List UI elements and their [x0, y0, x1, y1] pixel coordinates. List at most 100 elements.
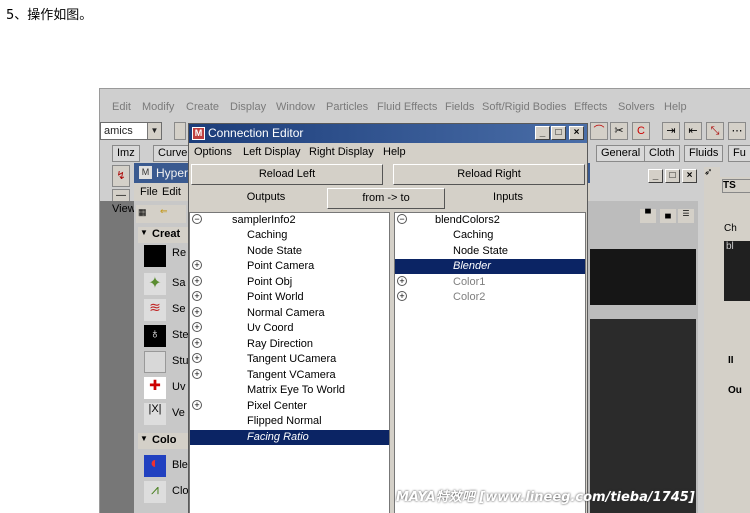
expand-icon[interactable]: + — [192, 291, 202, 301]
shelf-tab-fu[interactable]: Fu — [728, 145, 750, 162]
left-attr-row[interactable]: + Point Camera — [190, 259, 389, 274]
item-sa[interactable]: Sa — [172, 277, 185, 289]
snap-icon[interactable]: ✂ — [610, 122, 628, 140]
left-attr-row[interactable]: + Tangent UCamera — [190, 352, 389, 367]
menu-edit[interactable]: Edit — [112, 101, 131, 113]
snap-curve-icon[interactable]: C — [632, 122, 650, 140]
split-tab-icon[interactable]: ☰ — [678, 209, 694, 223]
ramp-icon[interactable] — [144, 245, 166, 267]
close-button[interactable]: × — [682, 169, 697, 183]
hypershade-menu-file[interactable]: File — [140, 186, 158, 198]
left-attr-row[interactable]: Node State — [190, 244, 389, 259]
item-ble[interactable]: Ble — [172, 459, 188, 471]
expand-icon[interactable]: + — [397, 275, 407, 286]
ce-minimize-button[interactable]: _ — [535, 126, 550, 140]
color-section-header[interactable]: ▼ Colo — [138, 433, 188, 449]
ce-menu-right-display[interactable]: Right Display — [309, 146, 374, 158]
menu-create[interactable]: Create — [186, 101, 219, 113]
hypershade-menu-edit[interactable]: Edit — [162, 186, 181, 198]
reload-right-button[interactable]: Reload Right — [393, 164, 585, 185]
minimize-button[interactable]: _ — [648, 169, 663, 183]
left-attr-row[interactable]: + Normal Camera — [190, 306, 389, 321]
maximize-button[interactable]: □ — [665, 169, 680, 183]
shelf-tab-imz[interactable]: Imz — [112, 145, 140, 162]
right-attr-row[interactable]: + Color1 — [395, 275, 585, 290]
output-icon[interactable]: ⇤ — [684, 122, 702, 140]
shelf-tab-general[interactable]: General — [596, 145, 646, 162]
left-attr-row[interactable]: Facing Ratio — [190, 429, 389, 445]
uv-chooser-icon[interactable]: ✚ — [144, 377, 166, 399]
item-se[interactable]: Se — [172, 303, 185, 315]
expand-icon[interactable]: + — [192, 399, 202, 410]
expand-icon[interactable]: + — [192, 368, 202, 379]
create-section-header[interactable]: ▼ Creat — [138, 227, 188, 243]
input-icon[interactable]: ⇥ — [662, 122, 680, 140]
render-icon[interactable]: ⋯ — [728, 122, 746, 140]
ce-menu-options[interactable]: Options — [194, 146, 232, 158]
set-range-icon[interactable]: ≋ — [144, 299, 166, 321]
reload-left-button[interactable]: Reload Left — [191, 164, 383, 185]
magnet-icon[interactable]: ⌒ — [590, 122, 608, 140]
expand-icon[interactable]: + — [192, 322, 202, 332]
left-attr-row[interactable]: + Point World — [190, 290, 389, 305]
menu-fields[interactable]: Fields — [445, 101, 474, 113]
left-attr-row[interactable]: + Ray Direction — [190, 337, 389, 352]
top-tab-icon[interactable]: ▀ — [640, 209, 656, 223]
shelf-tab-fluids[interactable]: Fluids — [684, 145, 724, 162]
right-attr-row[interactable]: Caching — [395, 228, 585, 243]
expand-icon[interactable]: + — [397, 291, 407, 301]
left-attr-row[interactable]: Flipped Normal — [190, 414, 389, 429]
item-re[interactable]: Re — [172, 247, 186, 259]
stucco-icon[interactable] — [144, 351, 166, 373]
right-node-row[interactable]: − blendColors2 — [395, 213, 585, 228]
menu-particles[interactable]: Particles — [326, 101, 368, 113]
item-uv[interactable]: Uv — [172, 381, 185, 393]
expand-icon[interactable]: + — [192, 306, 202, 317]
clamp-icon[interactable]: ⩘ — [144, 481, 166, 503]
stencil-icon[interactable]: ♁ — [144, 325, 166, 347]
menu-soft-rigid-bodies[interactable]: Soft/Rigid Bodies — [482, 101, 566, 113]
item-clo[interactable]: Clo — [172, 485, 189, 497]
blend-colors-icon[interactable]: ◐ — [144, 455, 166, 477]
expand-icon[interactable]: + — [192, 275, 202, 286]
item-ste[interactable]: Ste — [172, 329, 189, 341]
menu-fluid-effects[interactable]: Fluid Effects — [377, 101, 437, 113]
arrow-left-icon[interactable]: ⇐ — [160, 206, 168, 217]
left-attr-row[interactable]: Matrix Eye To World — [190, 383, 389, 398]
left-attr-row[interactable]: Caching — [190, 228, 389, 243]
bottom-tab-icon[interactable]: ▄ — [660, 209, 676, 223]
item-stu[interactable]: Stu — [172, 355, 189, 367]
menu-modify[interactable]: Modify — [142, 101, 174, 113]
right-attr-row[interactable]: + Color2 — [395, 290, 585, 305]
ce-menu-help[interactable]: Help — [383, 146, 406, 158]
tool-icon[interactable] — [174, 122, 186, 140]
menu-effects[interactable]: Effects — [574, 101, 607, 113]
expand-icon[interactable]: + — [192, 260, 202, 270]
left-attr-row[interactable]: + Uv Coord — [190, 321, 389, 336]
menu-display[interactable]: Display — [230, 101, 266, 113]
checker-icon[interactable]: ▦ — [138, 207, 147, 218]
right-attr-row[interactable]: Node State — [395, 244, 585, 259]
collapse-node-icon[interactable]: − — [397, 214, 407, 224]
construction-history-icon[interactable]: ⤡ — [706, 122, 724, 140]
shelf-tab-cloth[interactable]: Cloth — [644, 145, 680, 162]
left-attr-row[interactable]: + Tangent VCamera — [190, 368, 389, 383]
direction-button[interactable]: from -> to — [327, 188, 445, 209]
menu-solvers[interactable]: Solvers — [618, 101, 655, 113]
left-attr-row[interactable]: + Point Obj — [190, 275, 389, 290]
ce-close-button[interactable]: × — [569, 126, 584, 140]
channel-icon[interactable]: ↯ — [112, 165, 130, 187]
shelf-tab-curve[interactable]: Curve — [153, 145, 193, 162]
ce-menu-left-display[interactable]: Left Display — [243, 146, 300, 158]
left-attr-row[interactable]: + Pixel Center — [190, 399, 389, 414]
collapse-node-icon[interactable]: − — [192, 214, 202, 224]
sampler-icon[interactable]: ✦ — [144, 273, 166, 295]
expand-icon[interactable]: + — [192, 353, 202, 363]
ce-maximize-button[interactable]: □ — [551, 126, 566, 140]
right-attr-row[interactable]: Blender — [395, 259, 585, 274]
menu-help[interactable]: Help — [664, 101, 687, 113]
menu-window[interactable]: Window — [276, 101, 315, 113]
left-node-row[interactable]: − samplerInfo2 — [190, 213, 389, 228]
mode-combo[interactable]: amics ▼ — [100, 122, 162, 140]
item-ve[interactable]: Ve — [172, 407, 185, 419]
